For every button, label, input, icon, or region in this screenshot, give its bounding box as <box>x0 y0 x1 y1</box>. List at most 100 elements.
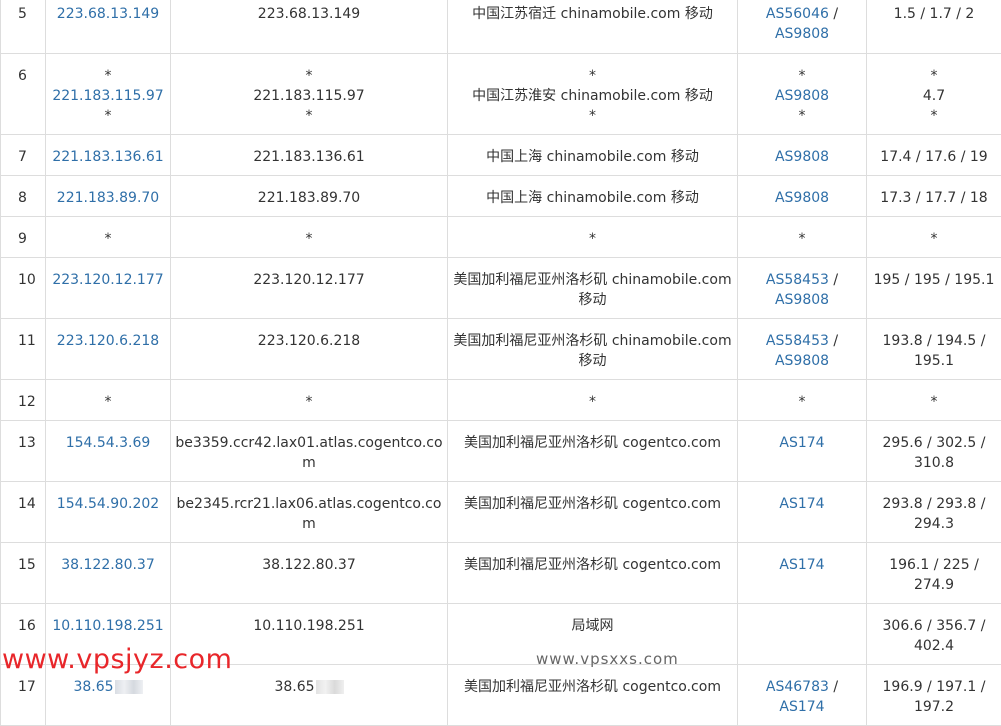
location: 中国江苏宿迁 chinamobile.com 移动 <box>448 0 738 54</box>
redacted-blur <box>316 680 344 694</box>
location: 中国上海 chinamobile.com 移动 <box>448 176 738 217</box>
hop-number: 9 <box>1 217 46 258</box>
location: 美国加利福尼亚州洛杉矶 cogentco.com <box>448 482 738 543</box>
table-row: 14 154.54.90.202 be2345.rcr21.lax06.atla… <box>1 482 1001 543</box>
as-value: * <box>738 217 867 258</box>
ip-value: * <box>46 217 171 258</box>
location: 美国加利福尼亚州洛杉矶 chinamobile.com 移动 <box>448 319 738 380</box>
hop-number: 7 <box>1 135 46 176</box>
as-link[interactable]: AS56046 <box>766 6 829 22</box>
location: * <box>448 217 738 258</box>
as-link[interactable]: AS9808 <box>775 26 829 42</box>
table-row: 7 221.183.136.61 221.183.136.61 中国上海 chi… <box>1 135 1001 176</box>
rtt: * <box>867 380 1001 421</box>
as-link[interactable]: AS174 <box>779 699 824 715</box>
as-cell: AS58453 /AS9808 <box>738 258 867 319</box>
hostname: 221.183.89.70 <box>171 176 448 217</box>
rtt: 306.6 / 356.7 / 402.4 <box>867 604 1001 665</box>
watermark-red: www.vpsjyz.com <box>2 644 232 675</box>
hostname: be2345.rcr21.lax06.atlas.cogentco.com <box>171 482 448 543</box>
as-link[interactable]: AS174 <box>779 435 824 451</box>
location: 美国加利福尼亚州洛杉矶 chinamobile.com 移动 <box>448 258 738 319</box>
ip-link[interactable]: 154.54.90.202 <box>57 496 159 512</box>
hostname-cell: *221.183.115.97* <box>171 54 448 135</box>
hop-number: 15 <box>1 543 46 604</box>
hop-number: 13 <box>1 421 46 482</box>
as-link[interactable]: AS9808 <box>775 353 829 369</box>
hostname: 223.120.6.218 <box>171 319 448 380</box>
table-row: 8 221.183.89.70 221.183.89.70 中国上海 china… <box>1 176 1001 217</box>
table-row: 5 223.68.13.149 223.68.13.149 中国江苏宿迁 chi… <box>1 0 1001 54</box>
location: 美国加利福尼亚州洛杉矶 cogentco.com <box>448 421 738 482</box>
as-value: * <box>738 380 867 421</box>
table-row: 9 * * * * * <box>1 217 1001 258</box>
rtt: * <box>867 217 1001 258</box>
rtt: 1.5 / 1.7 / 2 <box>867 0 1001 54</box>
ip-link[interactable]: 221.183.89.70 <box>57 190 159 206</box>
ip-link[interactable]: 10.110.198.251 <box>52 618 163 634</box>
redacted-blur <box>115 680 143 694</box>
ip-cell: *221.183.115.97* <box>46 54 171 135</box>
as-cell <box>738 604 867 665</box>
hop-number: 6 <box>1 54 46 135</box>
hostname: 223.120.12.177 <box>171 258 448 319</box>
table-row: 15 38.122.80.37 38.122.80.37 美国加利福尼亚州洛杉矶… <box>1 543 1001 604</box>
ip-link[interactable]: 223.120.12.177 <box>52 272 163 288</box>
as-cell: AS46783 /AS174 <box>738 665 867 726</box>
as-cell: *AS9808* <box>738 54 867 135</box>
rtt: 193.8 / 194.5 / 195.1 <box>867 319 1001 380</box>
as-link[interactable]: AS9808 <box>775 149 829 165</box>
table-row: 12 * * * * * <box>1 380 1001 421</box>
hop-number: 11 <box>1 319 46 380</box>
hostname: * <box>171 380 448 421</box>
hop-number: 10 <box>1 258 46 319</box>
table-row: 13 154.54.3.69 be3359.ccr42.lax01.atlas.… <box>1 421 1001 482</box>
rtt-cell: *4.7* <box>867 54 1001 135</box>
watermark-gray: www.vpsxxs.com <box>536 650 679 668</box>
location: 中国江苏淮安 chinamobile.com 移动 <box>472 88 713 104</box>
as-link[interactable]: AS9808 <box>775 88 829 104</box>
hop-number: 8 <box>1 176 46 217</box>
hop-number: 12 <box>1 380 46 421</box>
ip-link[interactable]: 38.65 <box>73 679 113 695</box>
rtt: 196.9 / 197.1 / 197.2 <box>867 665 1001 726</box>
as-cell: AS56046 /AS9808 <box>738 0 867 54</box>
as-link[interactable]: AS46783 <box>766 679 829 695</box>
location: * <box>448 380 738 421</box>
hostname: * <box>171 217 448 258</box>
traceroute-table: 5 223.68.13.149 223.68.13.149 中国江苏宿迁 chi… <box>0 0 1001 726</box>
as-link[interactable]: AS9808 <box>775 190 829 206</box>
ip-link[interactable]: 223.120.6.218 <box>57 333 159 349</box>
hostname: 221.183.115.97 <box>253 88 364 104</box>
as-link[interactable]: AS9808 <box>775 292 829 308</box>
as-link[interactable]: AS58453 <box>766 333 829 349</box>
table-row: 6 *221.183.115.97* *221.183.115.97* *中国江… <box>1 54 1001 135</box>
hop-number: 5 <box>1 0 46 54</box>
hostname: 38.122.80.37 <box>171 543 448 604</box>
rtt: 17.4 / 17.6 / 19 <box>867 135 1001 176</box>
as-link[interactable]: AS58453 <box>766 272 829 288</box>
hop-number: 14 <box>1 482 46 543</box>
ip-link[interactable]: 38.122.80.37 <box>61 557 155 573</box>
rtt: 196.1 / 225 / 274.9 <box>867 543 1001 604</box>
location: 中国上海 chinamobile.com 移动 <box>448 135 738 176</box>
as-link[interactable]: AS174 <box>779 496 824 512</box>
location: 美国加利福尼亚州洛杉矶 cogentco.com <box>448 543 738 604</box>
ip-value: * <box>46 380 171 421</box>
rtt: 4.7 <box>923 88 945 104</box>
location: 美国加利福尼亚州洛杉矶 cogentco.com <box>448 665 738 726</box>
hostname: be3359.ccr42.lax01.atlas.cogentco.com <box>171 421 448 482</box>
table-row: 11 223.120.6.218 223.120.6.218 美国加利福尼亚州洛… <box>1 319 1001 380</box>
ip-link[interactable]: 221.183.115.97 <box>52 88 163 104</box>
rtt: 293.8 / 293.8 / 294.3 <box>867 482 1001 543</box>
hostname: 223.68.13.149 <box>171 0 448 54</box>
rtt: 195 / 195 / 195.1 <box>867 258 1001 319</box>
location-cell: *中国江苏淮安 chinamobile.com 移动* <box>448 54 738 135</box>
as-link[interactable]: AS174 <box>779 557 824 573</box>
ip-link[interactable]: 223.68.13.149 <box>57 6 159 22</box>
ip-link[interactable]: 221.183.136.61 <box>52 149 163 165</box>
table-row: 10 223.120.12.177 223.120.12.177 美国加利福尼亚… <box>1 258 1001 319</box>
rtt: 295.6 / 302.5 / 310.8 <box>867 421 1001 482</box>
ip-link[interactable]: 154.54.3.69 <box>66 435 151 451</box>
hostname: 38.65 <box>274 679 314 695</box>
